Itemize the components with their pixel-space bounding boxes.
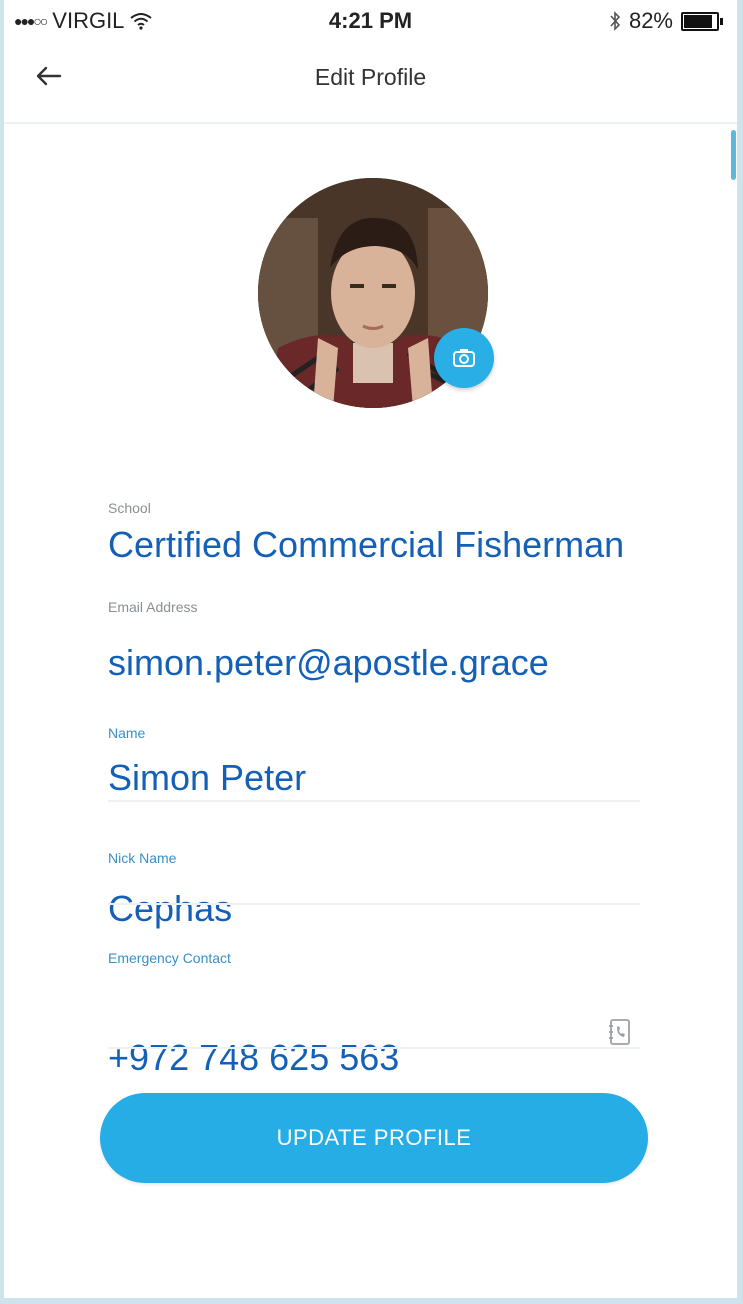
email-label: Email Address: [108, 599, 198, 615]
emergency-contact-underline: [108, 1047, 640, 1049]
emergency-contact-label: Emergency Contact: [108, 950, 231, 966]
nav-bar: Edit Profile: [4, 40, 737, 124]
battery-fill: [684, 14, 712, 28]
name-field-underline: [108, 800, 640, 802]
battery-percentage: 82%: [628, 8, 673, 33]
name-label: Name: [108, 725, 146, 741]
phone-screen: ●●●○○ VIRGIL 4:21 PM 82% Edit Profile Sc…: [4, 0, 737, 1298]
camera-icon: [453, 349, 475, 367]
bluetooth-icon: [610, 11, 621, 31]
nickname-label: Nick Name: [108, 850, 177, 866]
scrollbar[interactable]: [731, 130, 736, 180]
status-bar: ●●●○○ VIRGIL 4:21 PM 82%: [4, 0, 737, 40]
status-right: 82%: [609, 8, 723, 34]
school-label: School: [108, 500, 151, 516]
phone-book-icon[interactable]: [608, 1018, 632, 1046]
emergency-contact-field[interactable]: +972 748 625 563: [108, 1037, 399, 1079]
nickname-field-underline: [108, 903, 640, 905]
page-title: Edit Profile: [314, 64, 427, 90]
battery-icon: [681, 11, 723, 31]
name-field[interactable]: Simon Peter: [108, 757, 306, 799]
nickname-field[interactable]: Cephas: [108, 888, 232, 930]
update-profile-button[interactable]: UPDATE PROFILE: [100, 1093, 648, 1183]
change-photo-button[interactable]: [434, 328, 494, 388]
email-field[interactable]: simon.peter@apostle.grace: [108, 642, 549, 684]
school-field[interactable]: Certified Commercial Fisherman: [108, 524, 624, 566]
